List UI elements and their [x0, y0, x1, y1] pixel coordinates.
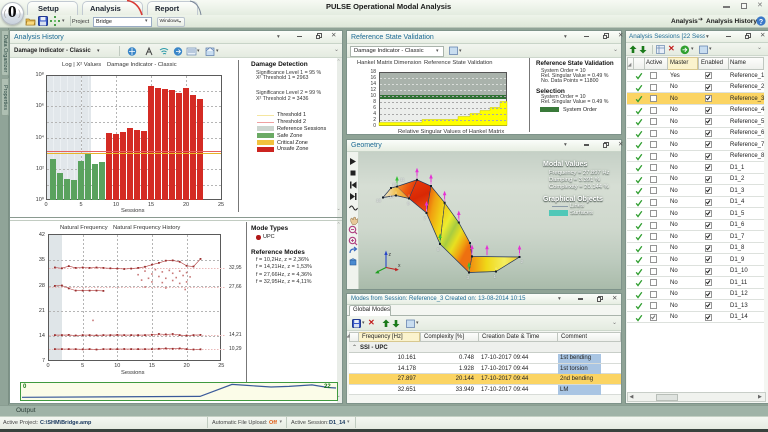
- svg-text:?: ?: [759, 19, 763, 26]
- svg-text:x: x: [398, 263, 401, 269]
- svg-text:z: z: [389, 252, 392, 258]
